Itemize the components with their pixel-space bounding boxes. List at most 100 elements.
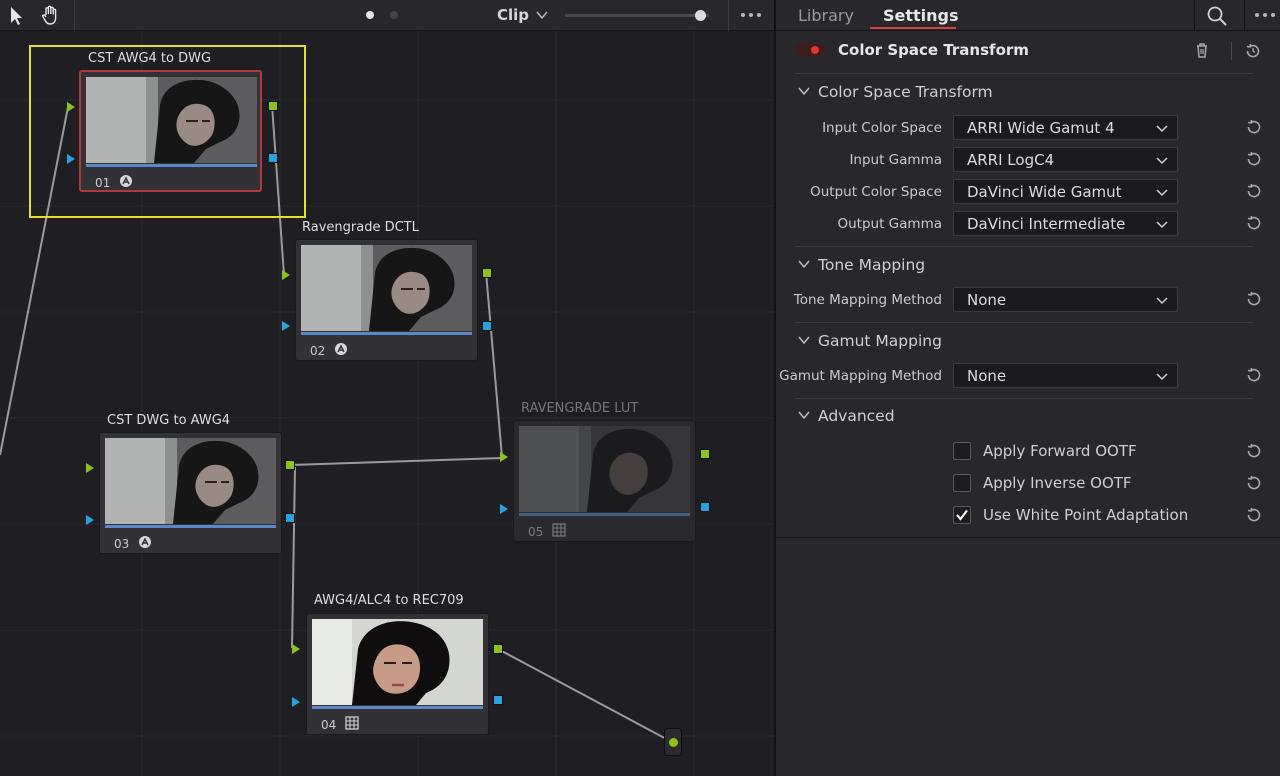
- section-header-tone-mapping[interactable]: Tone Mapping: [798, 256, 925, 274]
- active-tab-indicator: [870, 27, 956, 29]
- section-title: Tone Mapping: [818, 256, 926, 274]
- alpha-input-port[interactable]: [292, 697, 300, 707]
- node-label: CST DWG to AWG4: [107, 413, 231, 428]
- tone-mapping-method-label: Tone Mapping Method: [793, 292, 942, 308]
- node-editor-toolbar: Clip: [0, 0, 774, 31]
- input-color-space-label: Input Color Space: [822, 120, 942, 136]
- tab-separator: [1244, 0, 1245, 31]
- rgb-input-port[interactable]: [67, 102, 75, 112]
- output-color-space-label: Output Color Space: [810, 184, 942, 200]
- tab-library[interactable]: Library: [798, 6, 854, 25]
- effect-header: Color Space Transform: [776, 31, 1280, 71]
- alpha-input-port[interactable]: [86, 515, 94, 525]
- reset-icon[interactable]: [1244, 505, 1264, 525]
- reset-icon[interactable]: [1244, 181, 1264, 201]
- output-color-space-dropdown[interactable]: DaVinci Wide Gamut: [953, 179, 1178, 204]
- page-dot-active[interactable]: [366, 11, 374, 19]
- output-node[interactable]: [664, 728, 682, 756]
- node-progress-bar: [105, 525, 276, 528]
- node-number: 05: [528, 525, 544, 539]
- zoom-slider[interactable]: [565, 10, 709, 21]
- alpha-input-port[interactable]: [500, 504, 508, 514]
- node-05[interactable]: 05: [513, 420, 696, 542]
- section-header-gamut-mapping[interactable]: Gamut Mapping: [798, 332, 942, 350]
- mode-selector-label[interactable]: Clip: [497, 6, 529, 24]
- section-header-cst[interactable]: Color Space Transform: [798, 83, 993, 101]
- page-dot[interactable]: [390, 11, 398, 19]
- use-white-point-adaptation-checkbox[interactable]: [953, 506, 971, 524]
- trash-icon[interactable]: [1193, 41, 1211, 59]
- apply-forward-ootf-checkbox[interactable]: [953, 442, 971, 460]
- apply-inverse-ootf-label: Apply Inverse OOTF: [983, 474, 1132, 492]
- rgb-output-port[interactable]: [700, 449, 710, 459]
- reset-effect-icon[interactable]: [1243, 41, 1263, 61]
- reset-icon[interactable]: [1244, 213, 1264, 233]
- reset-icon[interactable]: [1244, 149, 1264, 169]
- input-gamma-label: Input Gamma: [849, 152, 942, 168]
- node-progress-bar: [312, 706, 483, 709]
- alpha-output-port[interactable]: [268, 153, 278, 163]
- more-options-icon[interactable]: [1252, 6, 1278, 24]
- output-gamma-dropdown[interactable]: DaVinci Intermediate: [953, 211, 1178, 236]
- output-port[interactable]: [669, 738, 678, 747]
- search-icon[interactable]: [1206, 5, 1228, 27]
- reset-icon[interactable]: [1244, 441, 1264, 461]
- chevron-down-icon[interactable]: [536, 10, 548, 20]
- section-divider: [795, 322, 1253, 323]
- rgb-input-port[interactable]: [500, 452, 508, 462]
- rgb-output-port[interactable]: [482, 268, 492, 278]
- rgb-input-port[interactable]: [86, 463, 94, 473]
- node-label: Ravengrade DCTL: [302, 220, 419, 235]
- reset-icon[interactable]: [1244, 473, 1264, 493]
- dropdown-value: ARRI Wide Gamut 4: [967, 119, 1115, 137]
- reset-icon[interactable]: [1244, 117, 1264, 137]
- rgb-output-port[interactable]: [493, 644, 503, 654]
- node-02[interactable]: 02: [295, 239, 478, 361]
- lut-grid-icon: [552, 523, 566, 537]
- rgb-output-port[interactable]: [285, 460, 295, 470]
- alpha-output-port[interactable]: [700, 502, 710, 512]
- input-gamma-dropdown[interactable]: ARRI LogC4: [953, 147, 1178, 172]
- section-header-advanced[interactable]: Advanced: [798, 407, 895, 425]
- node-number: 03: [114, 537, 130, 551]
- node-04[interactable]: 04: [306, 613, 489, 735]
- alpha-input-port[interactable]: [282, 321, 290, 331]
- node-label: RAVENGRADE LUT: [521, 401, 639, 416]
- effect-enable-toggle[interactable]: [795, 43, 825, 57]
- section-title: Advanced: [818, 407, 895, 425]
- apply-inverse-ootf-checkbox[interactable]: [953, 474, 971, 492]
- more-options-icon[interactable]: [738, 6, 764, 24]
- zoom-slider-knob[interactable]: [695, 10, 707, 21]
- toolbar-separator: [74, 0, 75, 31]
- chevron-down-icon: [1156, 157, 1168, 165]
- alpha-output-port[interactable]: [285, 513, 295, 523]
- reset-icon[interactable]: [1244, 289, 1264, 309]
- node-thumbnail: [312, 619, 483, 705]
- rgb-input-port[interactable]: [282, 270, 290, 280]
- hand-icon[interactable]: [39, 4, 63, 26]
- alpha-input-port[interactable]: [67, 154, 75, 164]
- tab-settings[interactable]: Settings: [883, 6, 959, 25]
- gamut-mapping-method-dropdown[interactable]: None: [953, 363, 1178, 388]
- node-progress-bar: [519, 513, 690, 516]
- page-indicator[interactable]: [362, 9, 402, 21]
- alpha-output-port[interactable]: [482, 321, 492, 331]
- rgb-output-port[interactable]: [268, 101, 278, 111]
- node-03[interactable]: 03: [99, 432, 282, 554]
- node-number: 02: [310, 344, 326, 358]
- node-editor[interactable]: Clip CST AWG4 to DWG 01 Ravengrade DCTL …: [0, 0, 774, 776]
- node-label: CST AWG4 to DWG: [88, 51, 212, 66]
- node-01[interactable]: 01: [79, 70, 262, 192]
- node-thumbnail: [301, 245, 472, 331]
- settings-panel: Library Settings Color Space Transform C…: [776, 0, 1280, 776]
- apply-forward-ootf-label: Apply Forward OOTF: [983, 442, 1137, 460]
- rgb-input-port[interactable]: [292, 644, 300, 654]
- toggle-indicator: [811, 46, 819, 54]
- app-root: Clip CST AWG4 to DWG 01 Ravengrade DCTL …: [0, 0, 1280, 776]
- chevron-down-icon: [1156, 297, 1168, 305]
- input-color-space-dropdown[interactable]: ARRI Wide Gamut 4: [953, 115, 1178, 140]
- tone-mapping-method-dropdown[interactable]: None: [953, 287, 1178, 312]
- reset-icon[interactable]: [1244, 365, 1264, 385]
- alpha-output-port[interactable]: [493, 695, 503, 705]
- pointer-icon[interactable]: [4, 4, 28, 26]
